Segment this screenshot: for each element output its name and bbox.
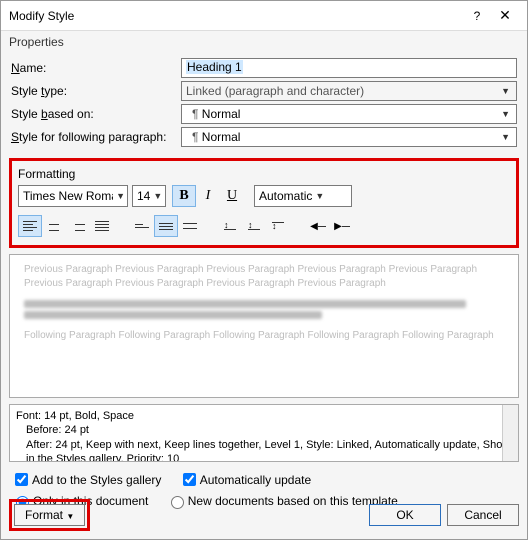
style-type-select: Linked (paragraph and character)▼ xyxy=(181,81,517,101)
align-justify-button[interactable] xyxy=(90,215,114,237)
name-label: Name: xyxy=(11,61,181,75)
help-icon[interactable]: ? xyxy=(463,9,491,23)
font-size-select[interactable]: 14▼ xyxy=(132,185,166,207)
spacing-1-button[interactable] xyxy=(130,215,154,237)
bold-button[interactable]: B xyxy=(172,185,196,207)
scrollbar[interactable] xyxy=(502,405,518,461)
following-para-select[interactable]: ¶ Normal▼ xyxy=(181,127,517,147)
font-name-select[interactable]: Times New Roman▼ xyxy=(18,185,128,207)
chevron-down-icon: ▼ xyxy=(116,191,125,201)
add-to-gallery-checkbox[interactable]: Add to the Styles gallery xyxy=(11,470,161,489)
formatting-group: Formatting Times New Roman▼ 14▼ B I U Au… xyxy=(9,158,519,248)
space-after-inc-button[interactable]: ↕ xyxy=(266,215,290,237)
align-right-button[interactable] xyxy=(66,215,90,237)
auto-update-checkbox[interactable]: Automatically update xyxy=(179,470,311,489)
based-on-select[interactable]: ¶ Normal▼ xyxy=(181,104,517,124)
cancel-button[interactable]: Cancel xyxy=(447,504,519,526)
close-icon[interactable]: ✕ xyxy=(491,7,519,24)
space-before-inc-button[interactable]: ↕ xyxy=(218,215,242,237)
spacing-15-button[interactable] xyxy=(154,215,178,237)
chevron-down-icon: ▼ xyxy=(501,132,512,142)
indent-decrease-button[interactable]: ◀ xyxy=(306,215,330,237)
titlebar: Modify Style ? ✕ xyxy=(1,1,527,31)
chevron-down-icon: ▼ xyxy=(315,191,324,201)
dialog-title: Modify Style xyxy=(9,9,463,23)
format-menu-button[interactable]: Format ▼ xyxy=(14,504,85,526)
based-on-label: Style based on: xyxy=(11,107,181,121)
following-para-label: Style for following paragraph: xyxy=(11,130,181,144)
space-before-dec-button[interactable]: ↕ xyxy=(242,215,266,237)
italic-button[interactable]: I xyxy=(196,185,220,207)
align-center-button[interactable] xyxy=(42,215,66,237)
align-left-button[interactable] xyxy=(18,215,42,237)
description-box: Font: 14 pt, Bold, Space Before: 24 pt A… xyxy=(9,404,519,462)
modify-style-dialog: Modify Style ? ✕ Properties Name: Headin… xyxy=(0,0,528,540)
name-input[interactable]: Heading 1 xyxy=(181,58,517,78)
formatting-label: Formatting xyxy=(18,167,510,181)
spacing-2-button[interactable] xyxy=(178,215,202,237)
format-button-highlight: Format ▼ xyxy=(9,499,90,531)
indent-increase-button[interactable]: ▶ xyxy=(330,215,354,237)
ok-button[interactable]: OK xyxy=(369,504,441,526)
font-color-select[interactable]: Automatic▼ xyxy=(254,185,352,207)
preview-pane: Previous Paragraph Previous Paragraph Pr… xyxy=(9,254,519,398)
underline-button[interactable]: U xyxy=(220,185,244,207)
chevron-down-icon: ▼ xyxy=(501,109,512,119)
style-type-label: Style type: xyxy=(11,84,181,98)
properties-label: Properties xyxy=(1,31,527,53)
chevron-down-icon: ▼ xyxy=(501,86,512,96)
chevron-down-icon: ▼ xyxy=(153,191,162,201)
